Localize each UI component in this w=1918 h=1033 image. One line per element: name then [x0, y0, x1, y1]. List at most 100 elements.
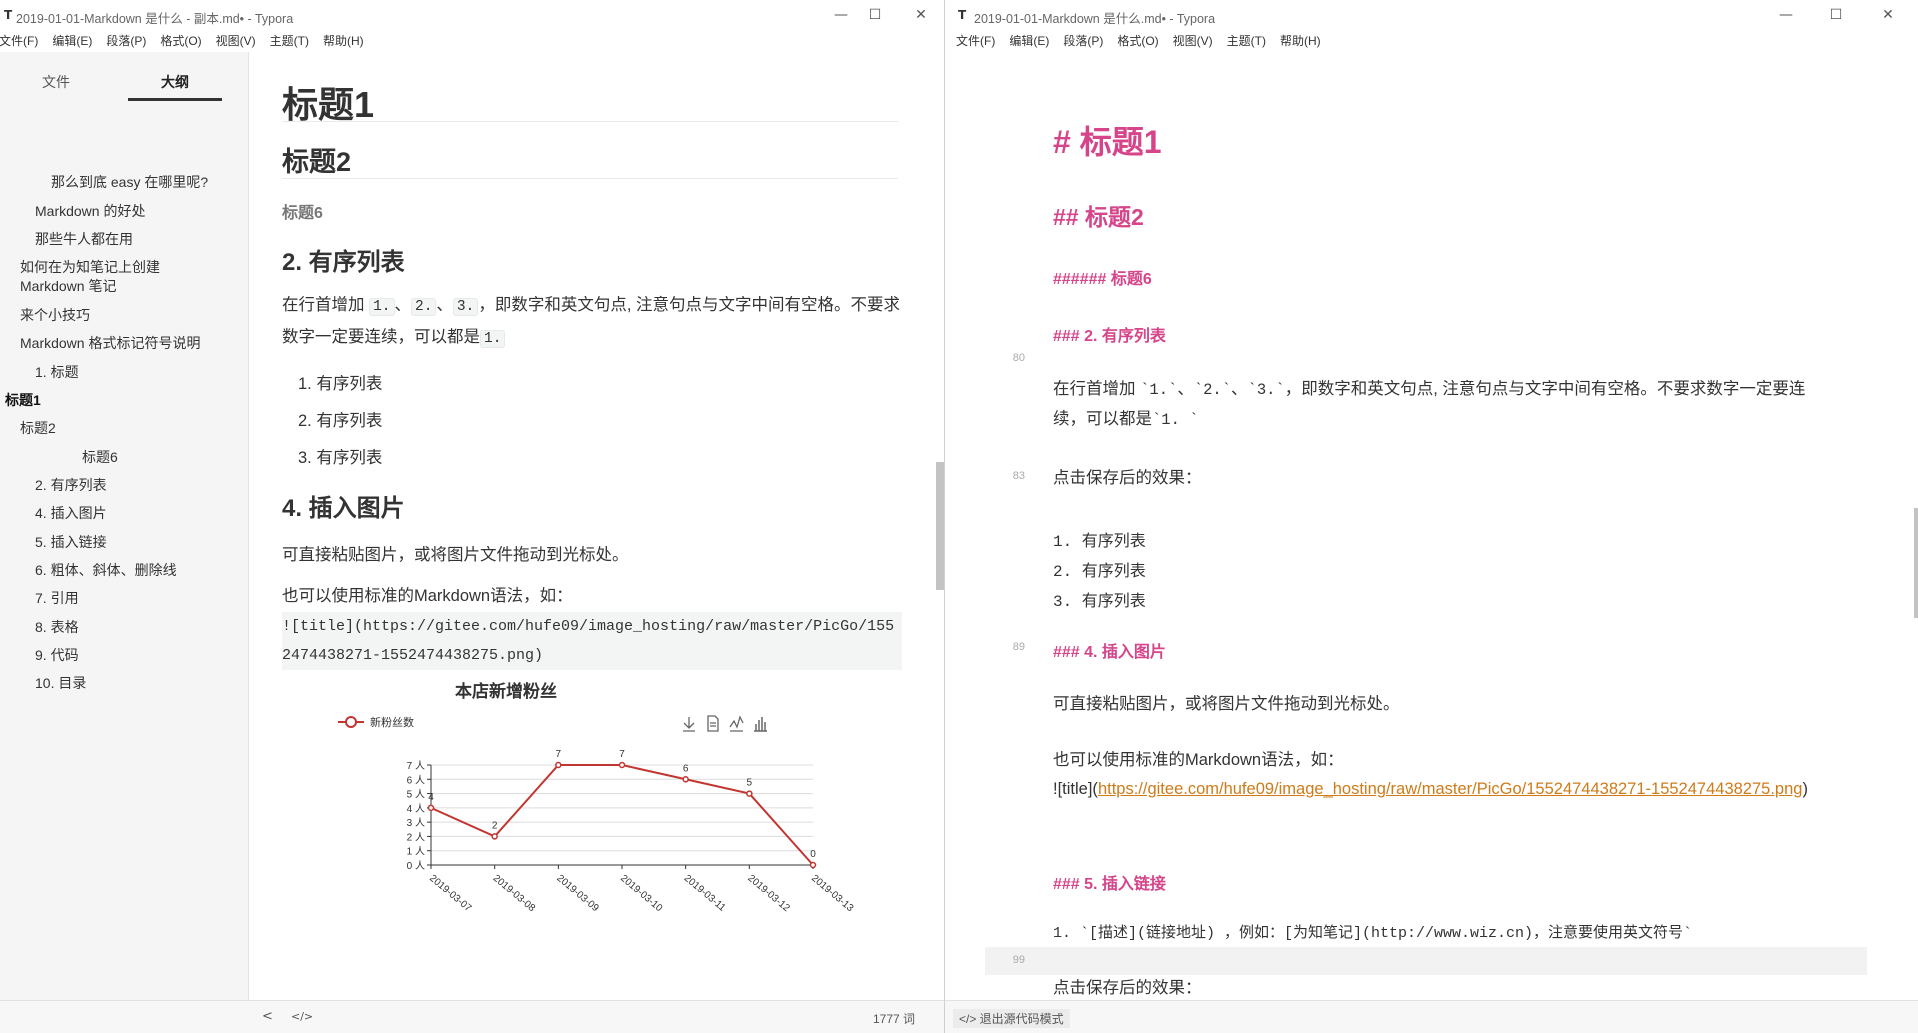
source-heading-insert-image[interactable]: ### 4. 插入图片: [1053, 638, 1166, 662]
paragraph[interactable]: 可直接粘贴图片，或将图片文件拖动到光标处。: [282, 540, 902, 570]
word-count[interactable]: 1777 词: [873, 1010, 915, 1027]
outline-item[interactable]: Markdown 的好处: [35, 202, 145, 221]
outline-item[interactable]: 7. 引用: [35, 589, 79, 608]
menu-bar: 文件(F) 编辑(E) 段落(P) 格式(O) 视图(V) 主题(T) 帮助(H): [949, 30, 1918, 52]
source-heading-2[interactable]: ## 标题2: [1053, 198, 1144, 232]
outline-item[interactable]: 那些牛人都在用: [35, 230, 133, 249]
outline-item[interactable]: 如何在为知笔记上创建: [20, 258, 160, 277]
menu-format[interactable]: 格式(O): [1110, 30, 1165, 50]
menu-theme[interactable]: 主题(T): [1220, 30, 1273, 50]
heading-insert-image[interactable]: 4. 插入图片: [282, 488, 405, 523]
source-paragraph[interactable]: 也可以使用标准的Markdown语法，如：: [1053, 746, 1823, 775]
source-editor[interactable]: # 标题1 ## 标题2 ###### 标题6 ### 2. 有序列表 80 在…: [945, 52, 1918, 1001]
outline-item[interactable]: 2. 有序列表: [35, 476, 107, 495]
image-url-link[interactable]: https://gitee.com/hufe09/image_hosting/r…: [1098, 780, 1803, 798]
series-line: [430, 764, 814, 866]
data-point: [427, 804, 435, 812]
heading-2[interactable]: 标题2: [282, 140, 351, 179]
data-point: [682, 776, 689, 783]
menu-edit[interactable]: 编辑(E): [1002, 30, 1056, 50]
list-item[interactable]: 2. 有序列表: [298, 407, 382, 431]
x-tick-label: 2019-03-13: [809, 873, 856, 915]
data-view-icon: [707, 715, 719, 732]
paragraph-text: 在行首增加: [1053, 380, 1141, 398]
line-number: 80: [1012, 352, 1025, 364]
data-label: 2: [492, 820, 498, 831]
menu-edit[interactable]: 编辑(E): [45, 30, 99, 50]
window-title: 2019-01-01-Markdown 是什么.md• - Typora: [974, 12, 1216, 26]
close-button[interactable]: ✕: [1865, 2, 1911, 28]
outline-item[interactable]: 9. 代码: [35, 646, 79, 665]
outline-item[interactable]: 4. 插入图片: [35, 504, 107, 523]
source-heading-6[interactable]: ###### 标题6: [1053, 265, 1152, 289]
menu-format[interactable]: 格式(O): [153, 30, 208, 50]
outline-item[interactable]: 那么到底 easy 在哪里呢?: [51, 173, 208, 192]
fans-line-chart: 本店新增粉丝新粉丝数 0 人 1 人 2 人 3 人 4 人 5 人 6 人 7 人 2019-0…: [338, 681, 856, 915]
source-list-item[interactable]: 2. 有序列表: [1053, 557, 1146, 581]
source-paragraph[interactable]: 点击保存后的效果：: [1053, 464, 1823, 493]
menu-file[interactable]: 文件(F): [949, 30, 1002, 50]
menu-view[interactable]: 视图(V): [209, 30, 263, 50]
inline-code: 2.: [411, 298, 437, 316]
source-paragraph[interactable]: 可直接粘贴图片，或将图片文件拖动到光标处。: [1053, 690, 1823, 719]
menu-view[interactable]: 视图(V): [1166, 30, 1220, 50]
outline-item[interactable]: 5. 插入链接: [35, 533, 107, 552]
outline-item[interactable]: 6. 粗体、斜体、删除线: [35, 561, 177, 580]
list-item[interactable]: 3. 有序列表: [298, 444, 382, 468]
x-tick-label: 2019-03-10: [618, 873, 665, 915]
menu-help[interactable]: 帮助(H): [1273, 30, 1328, 50]
paragraph[interactable]: 也可以使用标准的Markdown语法，如：: [282, 581, 902, 611]
outline-item[interactable]: 标题2: [20, 419, 56, 438]
list-item[interactable]: 1. 有序列表: [298, 370, 382, 394]
outline-item[interactable]: 1. 标题: [35, 363, 79, 382]
menu-theme[interactable]: 主题(T): [263, 30, 316, 50]
maximize-button[interactable]: ☐: [852, 2, 898, 28]
paragraph-text: 、: [394, 296, 412, 314]
maximize-button[interactable]: ☐: [1813, 2, 1859, 28]
outline-item[interactable]: 10. 目录: [35, 674, 86, 693]
toggle-sidebar-button[interactable]: <: [262, 1009, 273, 1024]
tab-outline[interactable]: 大纲: [161, 72, 189, 92]
paragraph-ordered-list[interactable]: 在行首增加 1.、 2.、 3. ，即数字和英文句点, 注意句点与文字中间有空格。不要…: [282, 290, 902, 354]
source-mode-button[interactable]: </>: [291, 1010, 313, 1023]
paragraph-text: 、: [436, 296, 453, 314]
data-point: [746, 790, 753, 797]
menu-file[interactable]: 文件(F): [0, 30, 45, 50]
outline-item[interactable]: Markdown 笔记: [20, 277, 116, 296]
y-tick-label: 4 人: [407, 803, 425, 815]
menu-paragraph[interactable]: 段落(P): [1056, 30, 1110, 50]
typora-app-icon: T: [958, 8, 967, 22]
menu-help[interactable]: 帮助(H): [316, 30, 371, 50]
typora-window-right: T 2019-01-01-Markdown 是什么.md• - Typora —…: [945, 0, 1918, 1033]
close-button[interactable]: ✕: [898, 2, 944, 28]
source-image-syntax[interactable]: ![title](https://gitee.com/hufe09/image_…: [1053, 775, 1823, 804]
data-label: 7: [556, 749, 562, 760]
y-tick-label: 3 人: [407, 817, 425, 829]
outline-item-active[interactable]: 标题1: [5, 391, 41, 410]
outline-item[interactable]: Markdown 格式标记符号说明: [20, 334, 200, 353]
minimize-button[interactable]: —: [1763, 2, 1809, 28]
source-list-item[interactable]: 3. 有序列表: [1053, 587, 1146, 611]
paragraph-text: 、: [1231, 380, 1248, 398]
outline-item[interactable]: 8. 表格: [35, 618, 79, 637]
source-heading-1[interactable]: # 标题1: [1053, 117, 1162, 163]
exit-source-mode-button[interactable]: </> 退出源代码模式: [953, 1009, 1070, 1028]
data-point: [618, 761, 626, 769]
y-tick-label: 2 人: [407, 831, 425, 843]
source-list-item[interactable]: 1. 有序列表: [1053, 527, 1146, 551]
source-paragraph[interactable]: 点击保存后的效果：: [1053, 974, 1823, 1001]
x-tick-label: 2019-03-08: [491, 873, 538, 915]
source-paragraph[interactable]: 在行首增加 `1.`、`2.`、`3.`，即数字和英文句点, 注意句点与文字中间…: [1053, 375, 1823, 435]
heading-6[interactable]: 标题6: [282, 199, 323, 223]
menu-paragraph[interactable]: 段落(P): [99, 30, 153, 50]
tab-files[interactable]: 文件: [42, 72, 70, 92]
source-list-item[interactable]: 1. `[描述](链接地址) ，例如：[为知笔记](http://www.wiz…: [1053, 921, 1692, 942]
outline-item[interactable]: 标题6: [82, 448, 118, 467]
outline-item[interactable]: 来个小技巧: [20, 306, 90, 325]
scrollbar-thumb[interactable]: [1914, 508, 1918, 618]
heading-ordered-list[interactable]: 2. 有序列表: [282, 242, 405, 277]
line-number: 89: [1012, 641, 1025, 653]
source-heading-insert-link[interactable]: ### 5. 插入链接: [1053, 870, 1166, 894]
scrollbar-thumb[interactable]: [936, 462, 944, 590]
source-heading-ordered-list[interactable]: ### 2. 有序列表: [1053, 322, 1166, 346]
